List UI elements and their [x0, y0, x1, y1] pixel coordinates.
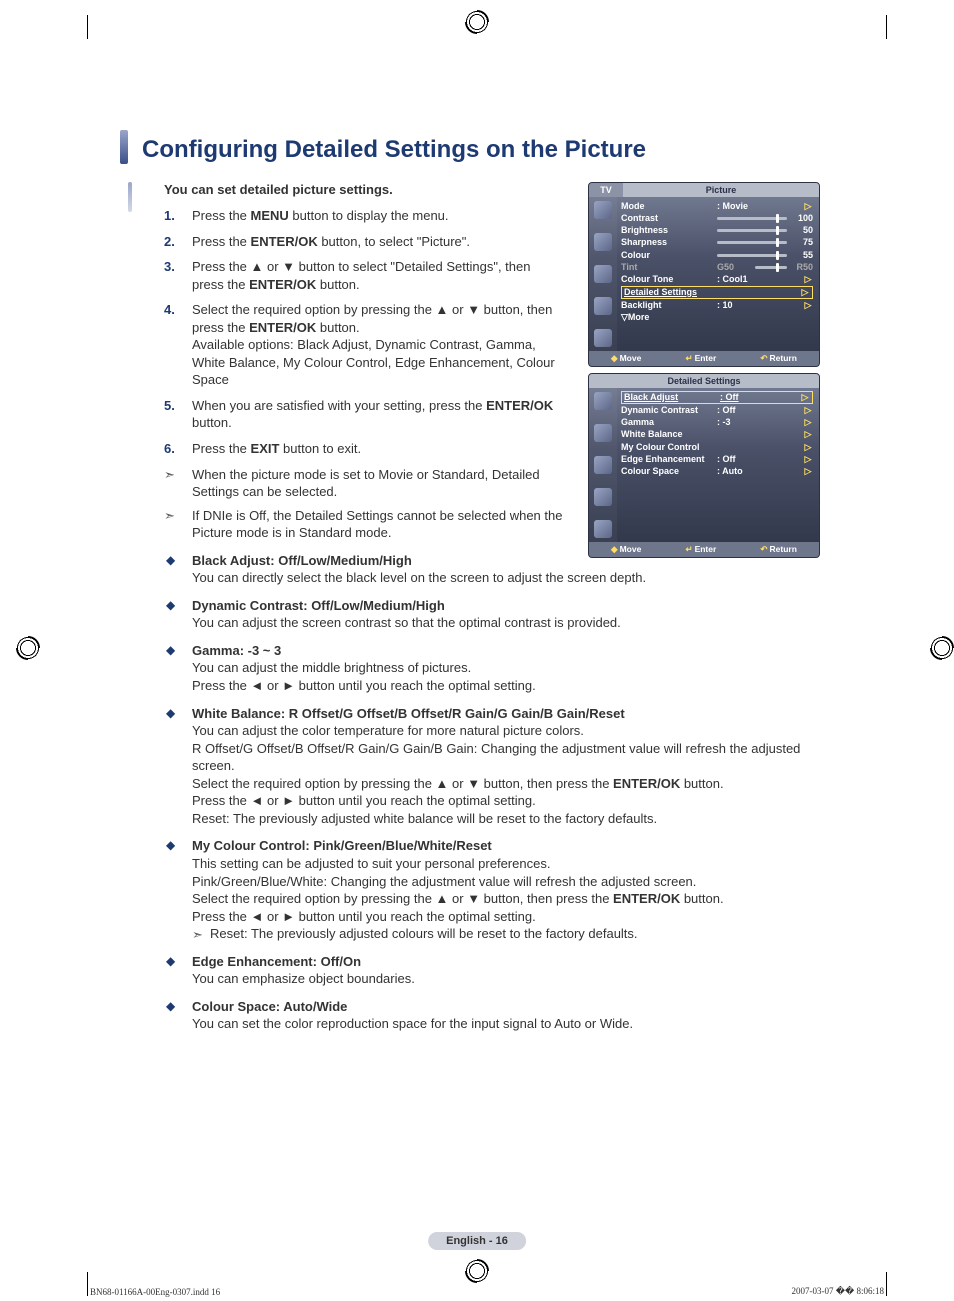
crop-mark: [87, 15, 88, 39]
osd-footer: ◆Move ↵Enter ↶Return: [589, 542, 819, 557]
bullet-item: Gamma: -3 ~ 3You can adjust the middle b…: [164, 642, 820, 695]
crop-mark: [886, 1272, 887, 1296]
bullet-item: My Colour Control: Pink/Green/Blue/White…: [164, 837, 820, 942]
osd-row: ▽More: [621, 311, 813, 323]
osd-row: Colour Space: Auto▷: [621, 466, 813, 478]
step-item: When you are satisfied with your setting…: [164, 397, 564, 432]
osd-row: My Colour Control▷: [621, 441, 813, 453]
osd-row: Edge Enhancement: Off▷: [621, 453, 813, 465]
osd-rows: Black Adjust: Off▷Dynamic Contrast: Off▷…: [617, 388, 819, 542]
osd-tv-label: TV: [589, 183, 623, 197]
osd-rows: Mode: Movie▷Contrast100Brightness50Sharp…: [617, 197, 819, 351]
osd-icon: [594, 392, 612, 410]
osd-icon: [594, 456, 612, 474]
step-item: Press the ▲ or ▼ button to select "Detai…: [164, 258, 564, 293]
osd-icon: [594, 520, 612, 538]
osd-row: Dynamic Contrast: Off▷: [621, 404, 813, 416]
doc-footer-right: 2007-03-07 �� 8:06:18: [792, 1286, 884, 1297]
osd-detailed-settings: Detailed Settings Black Adjust: Off▷Dyna…: [588, 373, 820, 558]
osd-row: Colour Tone: Cool1▷: [621, 274, 813, 286]
osd-row: Gamma: -3▷: [621, 417, 813, 429]
step-item: Press the ENTER/OK button, to select "Pi…: [164, 233, 564, 251]
osd-row: Detailed Settings▷: [621, 286, 813, 299]
doc-footer-left: BN68-01166A-00Eng-0307.indd 16: [90, 1287, 220, 1297]
osd-side-icons: [589, 388, 617, 542]
note-item: When the picture mode is set to Movie or…: [164, 466, 564, 501]
osd-row: Contrast100: [621, 212, 813, 224]
osd-title: Detailed Settings: [589, 374, 819, 388]
osd-foot-enter: Enter: [695, 353, 717, 363]
note-item: If DNIe is Off, the Detailed Settings ca…: [164, 507, 564, 542]
osd-side-icons: [589, 197, 617, 351]
bullet-item: Dynamic Contrast: Off/Low/Medium/HighYou…: [164, 597, 820, 632]
body-block: You can set detailed picture settings. P…: [120, 182, 820, 1033]
osd-icon: [594, 424, 612, 442]
step-item: Select the required option by pressing t…: [164, 301, 564, 389]
bullet-item: Colour Space: Auto/WideYou can set the c…: [164, 998, 820, 1033]
title-accent-bar: [120, 130, 128, 164]
osd-foot-return: Return: [770, 353, 797, 363]
osd-icon: [594, 233, 612, 251]
registration-mark-icon: [465, 10, 489, 34]
side-accent-bar: [128, 182, 132, 212]
osd-row: Colour55: [621, 249, 813, 261]
osd-footer: ◆Move ↵Enter ↶Return: [589, 351, 819, 366]
osd-row: White Balance▷: [621, 429, 813, 441]
page-title: Configuring Detailed Settings on the Pic…: [142, 130, 646, 164]
osd-screenshots: TV Picture Mode: Movie▷Contrast100Bright…: [588, 182, 820, 564]
osd-icon: [594, 329, 612, 347]
osd-icon: [594, 488, 612, 506]
osd-row: Sharpness75: [621, 237, 813, 249]
feature-bullets: Black Adjust: Off/Low/Medium/HighYou can…: [164, 552, 820, 1033]
osd-row: TintG50R50: [621, 261, 813, 273]
step-item: Press the MENU button to display the men…: [164, 207, 564, 225]
section-title: Configuring Detailed Settings on the Pic…: [120, 130, 820, 164]
osd-foot-move: Move: [620, 544, 642, 554]
registration-mark-icon: [465, 1259, 489, 1283]
crop-mark: [87, 1272, 88, 1296]
bullet-item: Edge Enhancement: Off/OnYou can emphasiz…: [164, 953, 820, 988]
osd-icon: [594, 265, 612, 283]
osd-title: Picture: [623, 183, 819, 197]
page-footer: English - 16: [428, 1232, 526, 1250]
registration-mark-icon: [930, 636, 954, 660]
osd-foot-move: Move: [620, 353, 642, 363]
osd-picture-menu: TV Picture Mode: Movie▷Contrast100Bright…: [588, 182, 820, 367]
step-item: Press the EXIT button to exit.: [164, 440, 564, 458]
crop-mark: [886, 15, 887, 39]
osd-row: Mode: Movie▷: [621, 200, 813, 212]
notes-list: When the picture mode is set to Movie or…: [164, 466, 564, 542]
osd-row: Backlight: 10▷: [621, 299, 813, 311]
registration-mark-icon: [16, 636, 40, 660]
osd-row: Black Adjust: Off▷: [621, 391, 813, 404]
osd-icon: [594, 297, 612, 315]
page-content: Configuring Detailed Settings on the Pic…: [120, 130, 820, 1043]
osd-icon: [594, 201, 612, 219]
osd-foot-return: Return: [770, 544, 797, 554]
steps-list: Press the MENU button to display the men…: [164, 207, 564, 458]
osd-row: Brightness50: [621, 225, 813, 237]
bullet-item: White Balance: R Offset/G Offset/B Offse…: [164, 705, 820, 828]
osd-foot-enter: Enter: [695, 544, 717, 554]
